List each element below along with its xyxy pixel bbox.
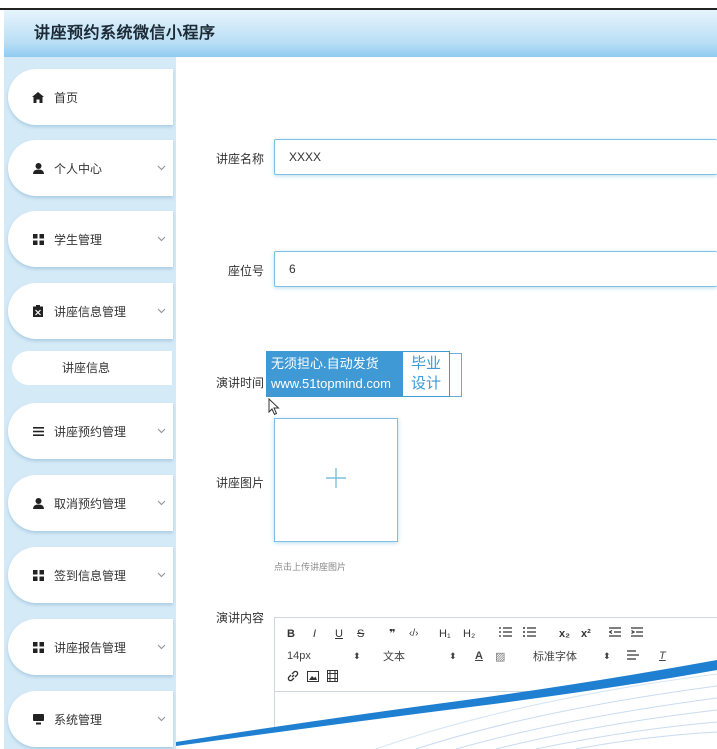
underline-button[interactable]: U xyxy=(335,628,357,640)
sidebar-item-label: 个人中心 xyxy=(54,161,103,176)
editor-toolbar-divider xyxy=(275,691,717,692)
link-icon[interactable] xyxy=(287,670,307,685)
monitor-icon xyxy=(30,713,46,725)
italic-button[interactable]: I xyxy=(313,628,335,640)
grid-icon xyxy=(30,569,46,581)
lecture-name-input[interactable]: XXXX xyxy=(274,139,717,175)
top-strip xyxy=(0,0,717,10)
sidebar-item-checkin-management[interactable]: 签到信息管理 xyxy=(8,547,173,603)
chevron-down-icon xyxy=(149,426,173,437)
sidebar-item-home[interactable]: 首页 xyxy=(8,69,173,125)
font-size-select[interactable]: 14px xyxy=(287,650,353,662)
app-title: 讲座预约系统微信小程序 xyxy=(34,25,216,42)
chevron-down-icon xyxy=(149,570,173,581)
select-arrow-icon: ⬍ xyxy=(449,650,457,661)
sidebar-item-cancel-booking-management[interactable]: 取消预约管理 xyxy=(8,475,173,531)
sidebar-item-label: 讲座预约管理 xyxy=(54,424,127,439)
seat-number-label: 座位号 xyxy=(227,264,264,278)
sidebar-item-system-management[interactable]: 系统管理 xyxy=(8,691,173,747)
editor-toolbar-row3 xyxy=(287,670,347,685)
time-input-edge[interactable] xyxy=(450,353,462,397)
code-button[interactable]: ‹/› xyxy=(409,628,439,639)
image-icon[interactable] xyxy=(307,670,327,685)
indent-left-icon[interactable] xyxy=(608,627,631,640)
video-icon[interactable] xyxy=(327,670,347,685)
select-arrow-icon: ⬍ xyxy=(353,650,361,661)
watermark-badge: 无须担心.自动发货 www.51topmind.com 毕业 设计 xyxy=(266,351,462,397)
sidebar-item-label: 首页 xyxy=(54,90,79,105)
lecture-name-label: 讲座名称 xyxy=(215,152,264,166)
subscript-button[interactable]: x₂ xyxy=(559,628,581,640)
align-icon[interactable] xyxy=(627,649,659,663)
strike-button[interactable]: S xyxy=(357,628,389,640)
list-bullet-icon[interactable] xyxy=(523,627,559,640)
sidebar-item-student-management[interactable]: 学生管理 xyxy=(8,211,173,267)
sidebar: 首页 个人中心 学生管理 讲座信息管理 讲座信息 讲座预约管理 取消预约管理 签… xyxy=(4,57,176,749)
grid-icon xyxy=(30,233,46,245)
font-family-select[interactable]: 标准字体 xyxy=(533,648,603,664)
watermark-left: 无须担心.自动发货 www.51topmind.com xyxy=(266,351,402,397)
lecture-image-label: 讲座图片 xyxy=(215,476,264,490)
list-icon xyxy=(30,426,46,436)
sidebar-item-label: 讲座信息管理 xyxy=(54,304,127,319)
sidebar-item-lecture-report-management[interactable]: 讲座报告管理 xyxy=(8,619,173,675)
watermark-line2: www.51topmind.com xyxy=(271,376,391,391)
seat-number-input[interactable]: 6 xyxy=(274,251,717,287)
rich-text-editor[interactable]: B I U S ❞ ‹/› H₁ H₂ x₂ x² 14px ⬍ 文本 ⬍ A … xyxy=(274,617,717,749)
home-icon xyxy=(30,91,46,103)
chevron-down-icon xyxy=(149,498,173,509)
indent-right-icon[interactable] xyxy=(631,627,647,640)
chevron-down-icon xyxy=(149,306,173,317)
sidebar-subitem-lecture-info[interactable]: 讲座信息 xyxy=(12,351,172,385)
image-upload-button[interactable] xyxy=(274,418,398,542)
upload-hint: 点击上传讲座图片 xyxy=(274,562,347,572)
clear-format-icon[interactable]: T xyxy=(659,650,666,662)
app-header: 讲座预约系统微信小程序 xyxy=(4,10,717,57)
chevron-down-icon xyxy=(149,714,173,725)
user-icon xyxy=(30,497,46,509)
list-ordered-icon[interactable] xyxy=(499,627,523,640)
clipboard-icon xyxy=(30,305,46,317)
text-type-select[interactable]: 文本 xyxy=(383,648,449,664)
sidebar-item-lecture-info-management[interactable]: 讲座信息管理 xyxy=(8,283,173,339)
watermark-line1: 无须担心.自动发货 xyxy=(271,356,379,371)
sidebar-item-lecture-booking-management[interactable]: 讲座预约管理 xyxy=(8,403,173,459)
bold-button[interactable]: B xyxy=(287,628,313,640)
h1-button[interactable]: H₁ xyxy=(439,628,463,640)
watermark-right: 毕业 设计 xyxy=(402,351,450,397)
chevron-down-icon xyxy=(149,234,173,245)
lecture-content-label: 演讲内容 xyxy=(215,611,264,625)
background-color-icon[interactable]: ▨ xyxy=(495,650,533,663)
watermark-right1: 毕业 xyxy=(410,355,441,372)
font-color-icon[interactable]: A xyxy=(475,650,495,662)
sidebar-item-label: 讲座报告管理 xyxy=(54,640,127,655)
sidebar-item-label: 取消预约管理 xyxy=(54,496,127,511)
watermark-right2: 设计 xyxy=(410,375,441,392)
plus-icon xyxy=(325,463,347,497)
grid-icon xyxy=(30,641,46,653)
sidebar-item-label: 系统管理 xyxy=(54,712,103,727)
chevron-down-icon xyxy=(149,163,173,174)
chevron-down-icon xyxy=(149,642,173,653)
select-arrow-icon: ⬍ xyxy=(603,650,611,661)
superscript-button[interactable]: x² xyxy=(581,628,609,640)
sidebar-item-label: 签到信息管理 xyxy=(54,568,127,583)
user-icon xyxy=(30,162,46,174)
editor-toolbar-row1: B I U S ❞ ‹/› H₁ H₂ x₂ x² xyxy=(287,627,647,640)
sidebar-item-label: 学生管理 xyxy=(54,232,103,247)
editor-toolbar-row2: 14px ⬍ 文本 ⬍ A ▨ 标准字体 ⬍ T xyxy=(287,648,666,664)
blockquote-button[interactable]: ❞ xyxy=(389,627,409,640)
h2-button[interactable]: H₂ xyxy=(463,628,499,640)
lecture-time-label: 演讲时间 xyxy=(215,376,264,390)
sidebar-item-personal-center[interactable]: 个人中心 xyxy=(8,140,173,196)
